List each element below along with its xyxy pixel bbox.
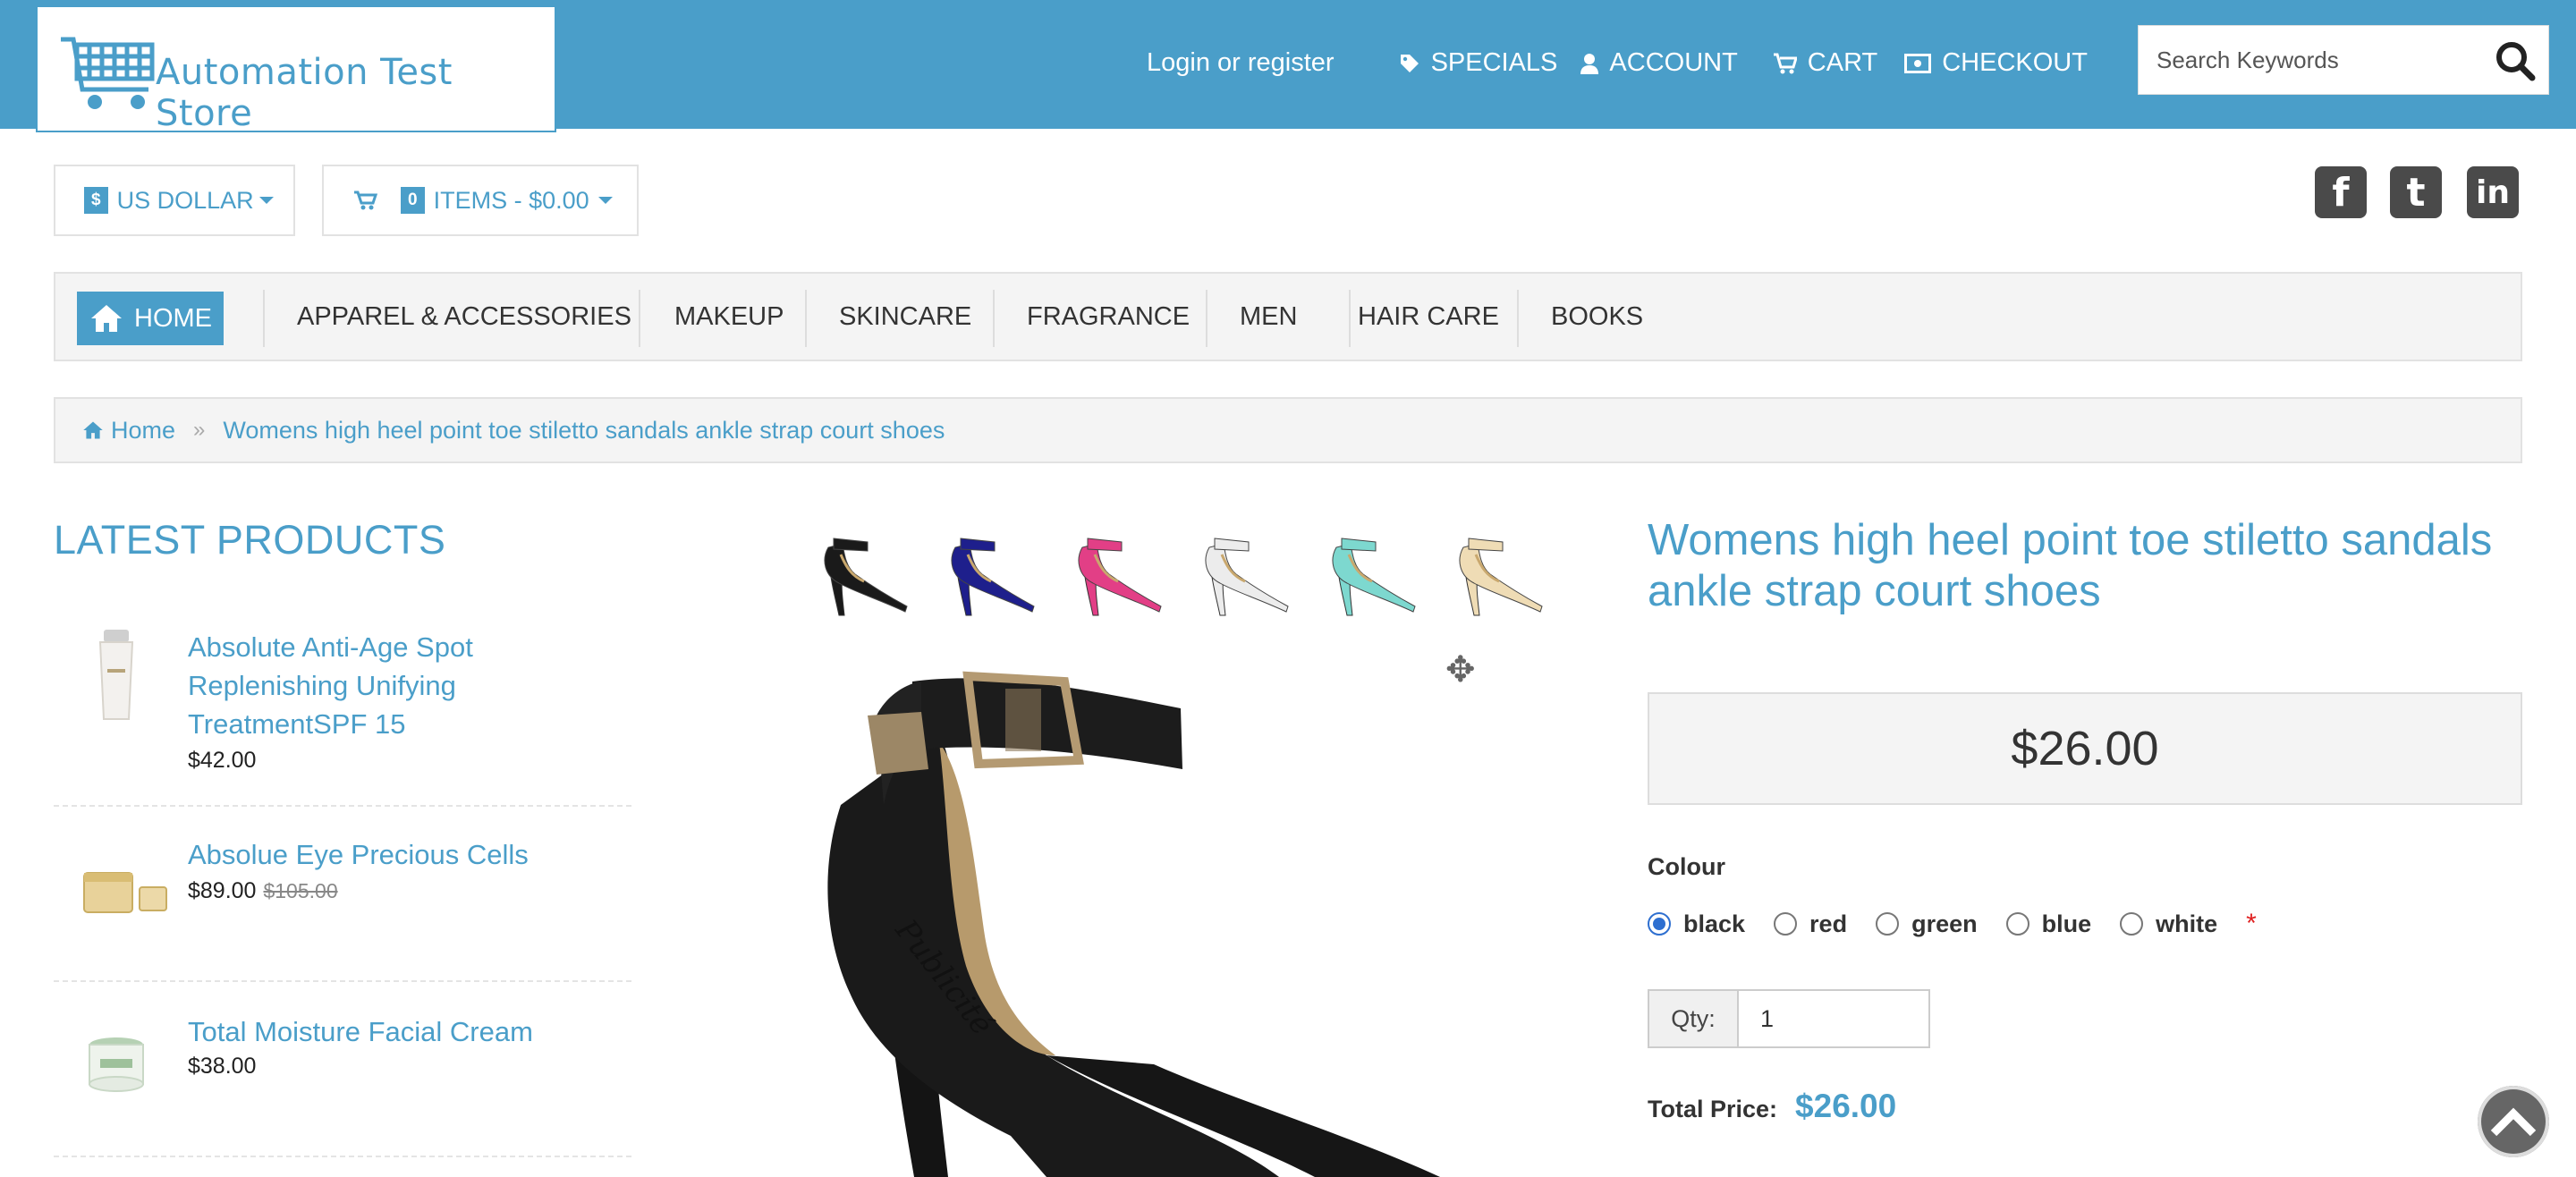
latest-product-name[interactable]: Absolue Eye Precious Cells	[188, 835, 608, 874]
category-books[interactable]: BOOKS	[1551, 274, 1643, 360]
radio-button[interactable]	[1876, 912, 1900, 936]
product-thumbnail-3[interactable]	[1070, 528, 1168, 621]
radio-button[interactable]	[1774, 912, 1798, 936]
list-item: Total Moisture Facial Cream $38.00	[54, 982, 631, 1157]
top-nav: Login or register SPECIALS ACCOUNT CART …	[1147, 48, 2088, 78]
product-thumbnail-6[interactable]	[1451, 528, 1549, 621]
category-hair-care[interactable]: HAIR CARE	[1358, 274, 1499, 360]
list-item: Absolute Anti-Age Spot Replenishing Unif…	[54, 617, 631, 807]
user-icon	[1580, 53, 1599, 74]
category-home[interactable]: HOME	[77, 292, 224, 345]
category-apparel[interactable]: APPAREL & ACCESSORIES	[297, 274, 631, 360]
cart-link[interactable]: CART	[1773, 48, 1878, 78]
list-item: Absolue Eye Precious Cells $89.00 $105.00	[54, 807, 631, 982]
radio-button[interactable]	[1648, 912, 1671, 936]
colour-option-black[interactable]: black	[1648, 910, 1745, 938]
breadcrumb-home[interactable]: Home	[111, 417, 175, 445]
cart-icon	[1773, 53, 1797, 73]
store-logo[interactable]: Automation Test Store	[36, 5, 556, 134]
total-price-label: Total Price:	[1648, 1096, 1778, 1122]
chevron-up-icon	[2490, 1107, 2537, 1137]
cart-count-badge: 0	[401, 187, 425, 214]
shopping-cart-logo-icon	[61, 37, 155, 109]
colour-label: Colour	[1648, 853, 1725, 880]
search-box	[2138, 25, 2549, 95]
qty-label: Qty:	[1648, 989, 1739, 1048]
colour-options: black red green blue white *	[1648, 909, 2257, 939]
cart-dropdown[interactable]: 0 ITEMS - $0.00	[322, 165, 639, 236]
product-thumbnail[interactable]	[80, 860, 170, 923]
product-price: $26.00	[2011, 722, 2159, 775]
home-icon	[91, 305, 122, 332]
product-thumbnail-1[interactable]	[816, 528, 914, 621]
colour-option-white[interactable]: white	[2120, 910, 2217, 938]
account-link[interactable]: ACCOUNT	[1580, 48, 1738, 78]
colour-option-blue[interactable]: blue	[2005, 910, 2091, 938]
latest-products-title: LATEST PRODUCTS	[54, 517, 446, 563]
cart-icon	[354, 191, 377, 210]
search-input[interactable]	[2139, 26, 2487, 94]
breadcrumb-current[interactable]: Womens high heel point toe stiletto sand…	[223, 417, 945, 445]
colour-option-red[interactable]: red	[1774, 910, 1847, 938]
latest-product-name[interactable]: Total Moisture Facial Cream	[188, 1012, 608, 1051]
chevron-down-icon	[597, 197, 613, 204]
product-price-box: $26.00	[1648, 692, 2522, 805]
latest-product-price: $89.00 $105.00	[188, 878, 338, 903]
latest-product-price: $42.00	[188, 748, 257, 773]
category-men[interactable]: MEN	[1240, 274, 1297, 360]
latest-product-name[interactable]: Absolute Anti-Age Spot Replenishing Unif…	[188, 628, 608, 743]
logo-text: Automation Test Store	[156, 52, 453, 134]
specials-label: SPECIALS	[1430, 48, 1558, 77]
account-label: ACCOUNT	[1609, 48, 1738, 77]
search-icon[interactable]	[2495, 40, 2536, 81]
breadcrumb: Home » Womens high heel point toe stilet…	[54, 397, 2522, 463]
currency-dropdown[interactable]: $ US DOLLAR	[54, 165, 295, 236]
category-fragrance[interactable]: FRAGRANCE	[1027, 274, 1190, 360]
product-thumbnail[interactable]	[80, 626, 152, 724]
top-header: Automation Test Store Login or register …	[0, 0, 2576, 134]
login-register-link[interactable]: Login or register	[1147, 48, 1335, 78]
category-home-label: HOME	[134, 303, 212, 333]
latest-product-price: $38.00	[188, 1054, 257, 1079]
product-thumbnail[interactable]	[80, 1029, 152, 1100]
product-thumbnail-2[interactable]	[943, 528, 1041, 621]
facebook-icon[interactable]: f	[2315, 166, 2367, 218]
product-title: Womens high heel point toe stiletto sand…	[1648, 516, 2493, 615]
main-product-image[interactable]: Publicité	[814, 635, 1503, 1177]
quantity-input[interactable]	[1739, 989, 1930, 1048]
scroll-to-top-button[interactable]	[2478, 1086, 2549, 1157]
category-makeup[interactable]: MAKEUP	[674, 274, 784, 360]
quantity-group: Qty:	[1648, 989, 1930, 1048]
currency-label: US DOLLAR	[116, 186, 254, 214]
twitter-icon[interactable]: t	[2390, 166, 2442, 218]
move-zoom-icon[interactable]: ✥	[1445, 649, 1476, 690]
category-nav: HOME APPAREL & ACCESSORIES MAKEUP SKINCA…	[54, 272, 2522, 361]
cart-label: CART	[1807, 48, 1878, 77]
colour-option-green[interactable]: green	[1876, 910, 1978, 938]
product-thumbnail-5[interactable]	[1324, 528, 1422, 621]
money-icon	[1904, 53, 1932, 73]
tag-icon	[1400, 54, 1419, 72]
checkout-link[interactable]: CHECKOUT	[1904, 48, 2088, 78]
total-price: Total Price: $26.00	[1648, 1088, 1896, 1125]
checkout-label: CHECKOUT	[1942, 48, 2088, 77]
linkedin-icon[interactable]: in	[2467, 166, 2519, 218]
specials-link[interactable]: SPECIALS	[1399, 48, 1558, 78]
radio-button[interactable]	[2120, 912, 2144, 936]
category-skincare[interactable]: SKINCARE	[839, 274, 971, 360]
product-thumbnail-4[interactable]	[1197, 528, 1295, 621]
double-chevron-right-icon: »	[193, 418, 206, 442]
shoe-image: Publicité	[827, 671, 1440, 1177]
total-price-value: $26.00	[1795, 1088, 1897, 1124]
cart-summary: ITEMS - $0.00	[433, 186, 589, 214]
old-price: $105.00	[263, 879, 338, 902]
home-icon	[83, 421, 103, 439]
radio-button[interactable]	[2005, 912, 2029, 936]
product-thumbnails	[816, 528, 1578, 621]
currency-symbol: $	[84, 187, 108, 214]
required-marker: *	[2246, 909, 2257, 938]
chevron-down-icon	[258, 197, 274, 204]
